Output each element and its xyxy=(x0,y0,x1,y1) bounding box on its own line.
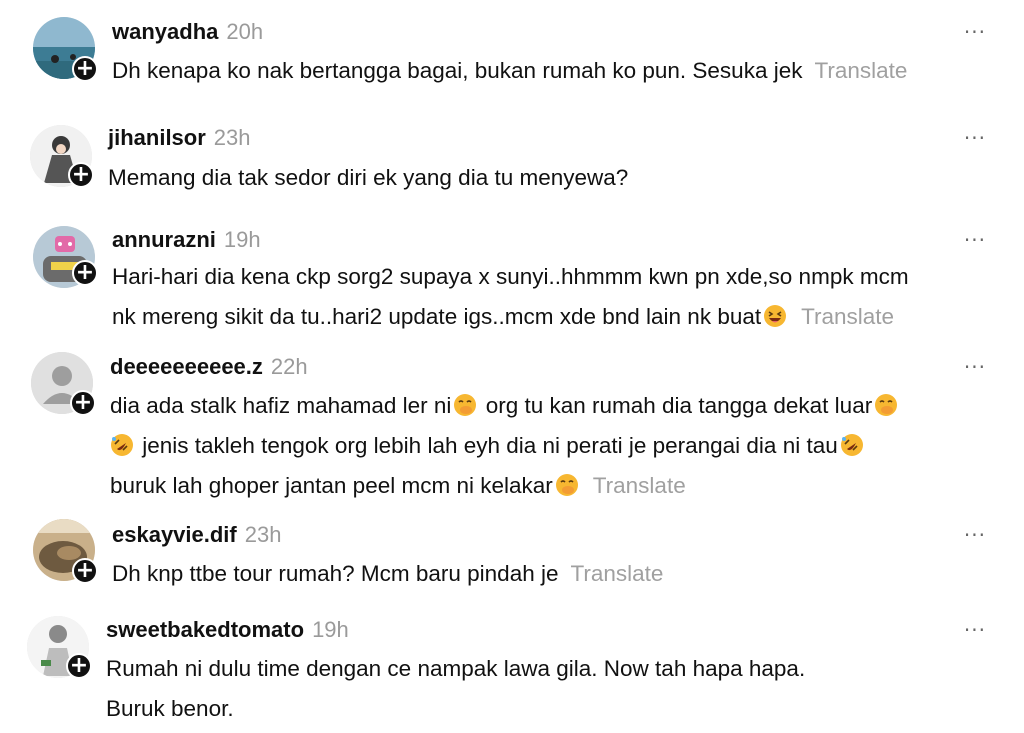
comment-header: wanyadha 20h xyxy=(112,19,263,45)
more-options-icon[interactable]: ··· xyxy=(964,618,986,642)
comment-text: dia ada stalk hafiz mahamad ler ni org t… xyxy=(110,386,900,506)
username[interactable]: sweetbakedtomato xyxy=(106,617,304,642)
comment-line: org tu kan rumah dia tangga dekat luar xyxy=(485,393,873,418)
comment-text: Rumah ni dulu time dengan ce nampak lawa… xyxy=(106,649,805,729)
comment-line: Memang dia tak sedor diri ek yang dia tu… xyxy=(108,165,629,190)
timestamp: 19h xyxy=(223,227,261,252)
username[interactable]: jihanilsor xyxy=(108,125,206,150)
comment-line: Buruk benor. xyxy=(106,696,234,721)
hand-over-mouth-face-icon xyxy=(555,473,579,497)
hand-over-mouth-face-icon xyxy=(874,393,898,417)
comments-list: + wanyadha 20h ··· Dh kenapa ko nak berta… xyxy=(0,0,1024,733)
comment-line: Hari-hari dia kena ckp sorg2 supaya x su… xyxy=(112,264,909,289)
more-options-icon[interactable]: ··· xyxy=(964,126,986,150)
translate-link[interactable]: Translate xyxy=(801,304,894,329)
comment-line: dia ada stalk hafiz mahamad ler ni xyxy=(110,393,452,418)
timestamp: 22h xyxy=(270,354,308,379)
laughing-squint-face-icon xyxy=(763,304,787,328)
comment-text: Dh knp ttbe tour rumah? Mcm baru pindah … xyxy=(112,554,663,594)
follow-plus-icon[interactable]: + xyxy=(70,390,96,416)
username[interactable]: annurazni xyxy=(112,227,216,252)
rolling-on-floor-laughing-face-icon xyxy=(110,433,134,457)
rolling-on-floor-laughing-face-icon xyxy=(840,433,864,457)
comment-header: annurazni 19h xyxy=(112,227,261,253)
more-options-icon[interactable]: ··· xyxy=(964,228,986,252)
follow-plus-icon[interactable]: + xyxy=(66,653,92,679)
comment-line: Rumah ni dulu time dengan ce nampak lawa… xyxy=(106,656,806,681)
follow-plus-icon[interactable]: + xyxy=(72,260,98,286)
translate-link[interactable]: Translate xyxy=(593,473,686,498)
comment-header: jihanilsor 23h xyxy=(108,125,251,151)
timestamp: 23h xyxy=(213,125,251,150)
comment-text: Dh kenapa ko nak bertangga bagai, bukan … xyxy=(112,51,907,91)
comment-line: Dh knp ttbe tour rumah? Mcm baru pindah … xyxy=(112,561,559,586)
comment-line: jenis takleh tengok org lebih lah eyh di… xyxy=(142,433,838,458)
timestamp: 23h xyxy=(244,522,282,547)
translate-link[interactable]: Translate xyxy=(570,561,663,586)
username[interactable]: deeeeeeeeee.z xyxy=(110,354,263,379)
hand-over-mouth-face-icon xyxy=(453,393,477,417)
comment-header: sweetbakedtomato 19h xyxy=(106,617,349,643)
follow-plus-icon[interactable]: + xyxy=(68,162,94,188)
comment-line: buruk lah ghoper jantan peel mcm ni kela… xyxy=(110,473,553,498)
username[interactable]: eskayvie.dif xyxy=(112,522,237,547)
comment-line: nk mereng sikit da tu..hari2 update igs.… xyxy=(112,304,762,329)
comment-header: deeeeeeeeee.z 22h xyxy=(110,354,308,380)
more-options-icon[interactable]: ··· xyxy=(964,523,986,547)
comment-text: Memang dia tak sedor diri ek yang dia tu… xyxy=(108,158,628,198)
more-options-icon[interactable]: ··· xyxy=(964,20,986,44)
follow-plus-icon[interactable]: + xyxy=(72,558,98,584)
username[interactable]: wanyadha xyxy=(112,19,218,44)
comment-line: Dh kenapa ko nak bertangga bagai, bukan … xyxy=(112,58,803,83)
more-options-icon[interactable]: ··· xyxy=(964,355,986,379)
timestamp: 19h xyxy=(312,617,349,642)
follow-plus-icon[interactable]: + xyxy=(72,56,98,82)
comment-header: eskayvie.dif 23h xyxy=(112,522,281,548)
timestamp: 20h xyxy=(226,19,264,44)
comment-text: Hari-hari dia kena ckp sorg2 supaya x su… xyxy=(112,257,909,337)
translate-link[interactable]: Translate xyxy=(814,58,907,83)
